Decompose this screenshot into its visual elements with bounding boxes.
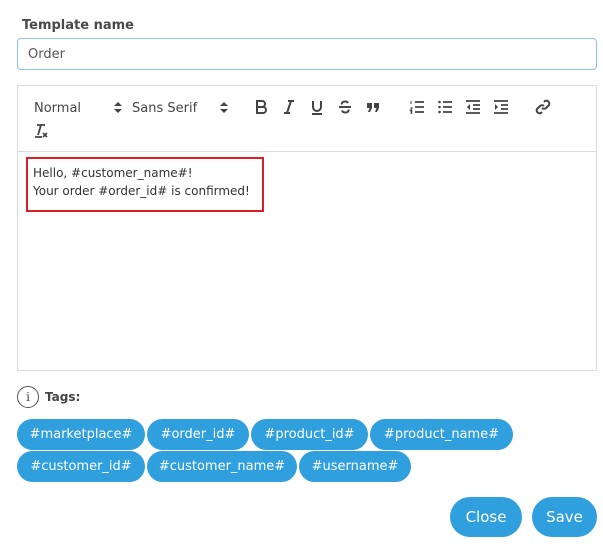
- indent-icon[interactable]: [492, 98, 510, 116]
- tag-username[interactable]: #username#: [299, 451, 411, 482]
- clear-format-icon[interactable]: [32, 122, 50, 140]
- tag-product-id[interactable]: #product_id#: [251, 419, 368, 450]
- tag-marketplace[interactable]: #marketplace#: [17, 419, 145, 450]
- close-button[interactable]: Close: [450, 497, 522, 537]
- rich-text-editor: Normal Sans Serif Hello, #customer_name#…: [17, 85, 597, 371]
- template-name-input[interactable]: [17, 38, 597, 70]
- editor-content[interactable]: Hello, #customer_name#! Your order #orde…: [18, 152, 596, 371]
- bullet-list-icon[interactable]: [436, 98, 454, 116]
- font-select-value: Sans Serif: [132, 100, 198, 116]
- font-select[interactable]: Sans Serif: [132, 98, 232, 118]
- outdent-icon[interactable]: [464, 98, 482, 116]
- tag-customer-id[interactable]: #customer_id#: [17, 451, 145, 482]
- ordered-list-icon[interactable]: [408, 98, 426, 116]
- strike-icon[interactable]: [336, 98, 354, 116]
- info-icon: i: [17, 386, 39, 408]
- header-select[interactable]: Normal: [34, 98, 122, 118]
- select-arrows-icon: [220, 102, 228, 114]
- header-select-value: Normal: [34, 100, 82, 116]
- tags-label: Tags:: [45, 390, 81, 404]
- tags-header: i Tags:: [17, 386, 80, 408]
- bold-icon[interactable]: [252, 98, 270, 116]
- template-name-label: Template name: [22, 18, 134, 33]
- save-button[interactable]: Save: [532, 497, 597, 537]
- italic-icon[interactable]: [280, 98, 298, 116]
- underline-icon[interactable]: [308, 98, 326, 116]
- blockquote-icon[interactable]: [364, 98, 382, 116]
- highlight-box: [26, 157, 264, 212]
- link-icon[interactable]: [534, 98, 552, 116]
- select-arrows-icon: [114, 102, 122, 114]
- tag-customer-name[interactable]: #customer_name#: [147, 451, 297, 482]
- editor-toolbar: Normal Sans Serif: [18, 86, 596, 152]
- tag-order-id[interactable]: #order_id#: [147, 419, 249, 450]
- tag-product-name[interactable]: #product_name#: [370, 419, 513, 450]
